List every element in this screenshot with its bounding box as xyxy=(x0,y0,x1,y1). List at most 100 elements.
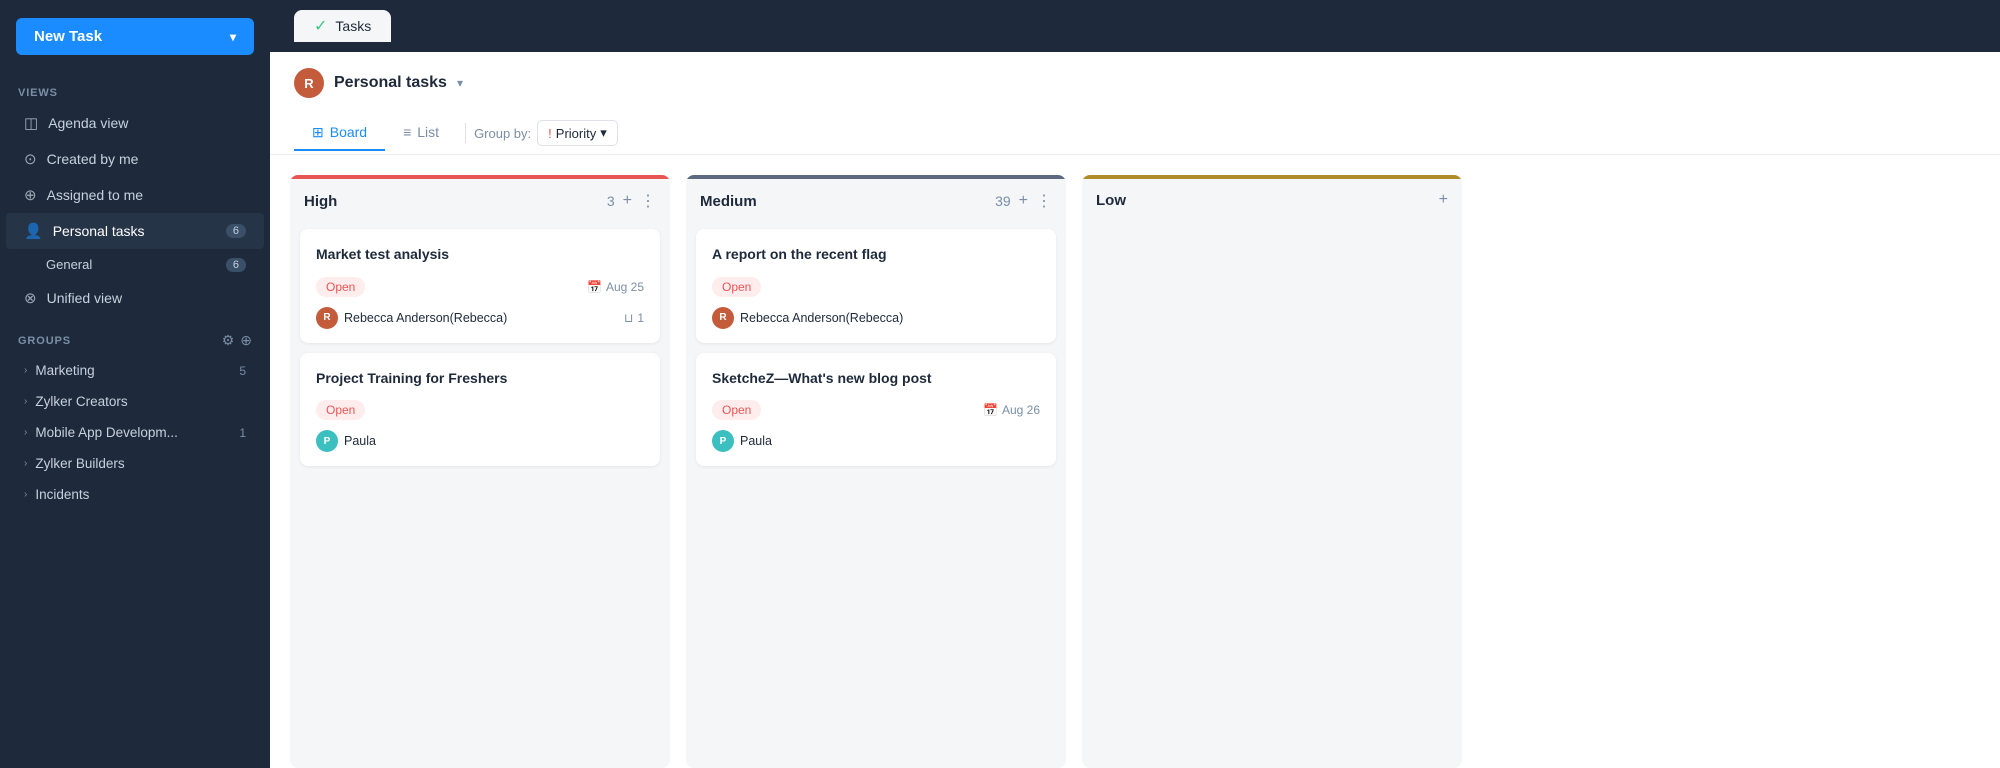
assignee-name: Rebecca Anderson(Rebecca) xyxy=(740,311,903,325)
task-footer: R Rebecca Anderson(Rebecca) xyxy=(712,307,1040,329)
chevron-right-icon: › xyxy=(24,427,27,438)
view-tabs: ⊞ Board ≡ List Group by: ! Priority ▾ xyxy=(294,112,1976,154)
group-item-zylker-builders[interactable]: › Zylker Builders xyxy=(6,448,264,479)
column-title-medium: Medium xyxy=(700,193,987,210)
group-by-chevron-icon: ▾ xyxy=(600,125,607,141)
general-badge: 6 xyxy=(226,258,246,272)
avatar: P xyxy=(316,430,338,452)
agenda-icon: ◫ xyxy=(24,114,38,132)
status-badge: Open xyxy=(712,400,761,420)
new-task-button[interactable]: New Task ▾ xyxy=(16,18,254,55)
column-add-low[interactable]: + xyxy=(1439,191,1448,209)
assignee-name: Paula xyxy=(740,434,772,448)
groups-section-label: GROUPS xyxy=(18,335,216,347)
sidebar-item-unified-view[interactable]: ⊗ Unified view xyxy=(6,280,264,316)
divider xyxy=(465,123,466,143)
tasks-tab[interactable]: ✓ Tasks xyxy=(294,10,391,42)
group-by-button[interactable]: ! Priority ▾ xyxy=(537,120,618,146)
chevron-right-icon: › xyxy=(24,396,27,407)
column-add-medium[interactable]: + xyxy=(1019,192,1028,210)
subtask-count: ⊔ 1 xyxy=(624,311,644,325)
page-title: Personal tasks xyxy=(334,74,447,92)
group-item-label: Mobile App Developm... xyxy=(35,425,178,440)
sidebar-item-created-by-me[interactable]: ⊙ Created by me xyxy=(6,141,264,177)
tasks-check-icon: ✓ xyxy=(314,16,327,36)
board-area: High 3 + ⋮ Market test analysis Open 📅 A… xyxy=(270,155,2000,768)
board-icon: ⊞ xyxy=(312,124,324,141)
groups-settings-icon[interactable]: ⚙ xyxy=(222,332,235,349)
task-card-training[interactable]: Project Training for Freshers Open P Pau… xyxy=(300,353,660,467)
topbar: ✓ Tasks xyxy=(270,0,2000,52)
calendar-icon: 📅 xyxy=(983,403,998,417)
due-date: 📅 Aug 26 xyxy=(983,403,1040,417)
groups-actions[interactable]: ⚙ ⊕ xyxy=(222,332,252,349)
column-header-medium: Medium 39 + ⋮ xyxy=(686,179,1066,221)
task-footer: P Paula xyxy=(316,430,644,452)
views-section-label: VIEWS xyxy=(0,71,270,105)
assignee: R Rebecca Anderson(Rebecca) xyxy=(316,307,507,329)
chevron-down-icon[interactable]: ▾ xyxy=(457,76,463,90)
column-header-high: High 3 + ⋮ xyxy=(290,179,670,221)
personal-tasks-badge: 6 xyxy=(226,224,246,238)
content-area: R Personal tasks ▾ ⊞ Board ≡ List Group … xyxy=(270,52,2000,768)
task-title: SketcheZ—What's new blog post xyxy=(712,369,1040,389)
task-footer: P Paula xyxy=(712,430,1040,452)
task-card-market-test[interactable]: Market test analysis Open 📅 Aug 25 R xyxy=(300,229,660,343)
group-item-marketing[interactable]: › Marketing 5 xyxy=(6,355,264,386)
task-footer: R Rebecca Anderson(Rebecca) ⊔ 1 xyxy=(316,307,644,329)
assignee: P Paula xyxy=(712,430,772,452)
group-item-zylker-creators[interactable]: › Zylker Creators xyxy=(6,386,264,417)
task-card-report[interactable]: A report on the recent flag Open R Rebec… xyxy=(696,229,1056,343)
board-tab-label: Board xyxy=(330,124,367,140)
priority-icon: ! xyxy=(548,126,552,141)
unified-icon: ⊗ xyxy=(24,289,37,307)
column-more-medium[interactable]: ⋮ xyxy=(1036,191,1052,211)
sidebar-sub-item-label: General xyxy=(46,257,92,272)
new-task-label: New Task xyxy=(34,28,102,45)
task-meta-row: Open xyxy=(316,400,644,420)
avatar: R xyxy=(294,68,324,98)
status-badge: Open xyxy=(316,277,365,297)
main-area: ✓ Tasks R Personal tasks ▾ ⊞ Board ≡ Lis… xyxy=(270,0,2000,768)
assigned-icon: ⊕ xyxy=(24,186,37,204)
task-title: Market test analysis xyxy=(316,245,644,265)
sidebar-item-agenda-view[interactable]: ◫ Agenda view xyxy=(6,105,264,141)
sidebar: New Task ▾ VIEWS ◫ Agenda view ⊙ Created… xyxy=(0,0,270,768)
group-item-label: Zylker Creators xyxy=(35,394,127,409)
groups-add-icon[interactable]: ⊕ xyxy=(240,332,252,349)
calendar-icon: 📅 xyxy=(587,280,602,294)
chevron-right-icon: › xyxy=(24,489,27,500)
sidebar-item-general[interactable]: General 6 xyxy=(6,249,264,280)
created-by-me-icon: ⊙ xyxy=(24,150,37,168)
sidebar-item-label: Assigned to me xyxy=(47,187,144,203)
subtask-number: 1 xyxy=(637,311,644,325)
avatar: R xyxy=(712,307,734,329)
column-cards-medium: A report on the recent flag Open R Rebec… xyxy=(686,221,1066,768)
tab-list[interactable]: ≡ List xyxy=(385,116,457,150)
group-by-value: Priority xyxy=(556,126,596,141)
sidebar-item-label: Unified view xyxy=(47,290,122,306)
group-item-mobile-app[interactable]: › Mobile App Developm... 1 xyxy=(6,417,264,448)
column-count-medium: 39 xyxy=(995,193,1011,209)
column-low: Low + xyxy=(1082,175,1462,768)
column-add-high[interactable]: + xyxy=(623,192,632,210)
task-card-sketchez[interactable]: SketcheZ—What's new blog post Open 📅 Aug… xyxy=(696,353,1056,467)
mobile-app-badge: 1 xyxy=(239,426,246,440)
list-tab-label: List xyxy=(417,124,439,140)
sidebar-item-personal-tasks[interactable]: 👤 Personal tasks 6 xyxy=(6,213,264,249)
group-by-label: Group by: xyxy=(474,126,531,141)
column-count-high: 3 xyxy=(607,193,615,209)
group-item-incidents[interactable]: › Incidents xyxy=(6,479,264,510)
content-header: R Personal tasks ▾ ⊞ Board ≡ List Group … xyxy=(270,52,2000,155)
new-task-chevron-icon: ▾ xyxy=(230,30,236,44)
chevron-right-icon: › xyxy=(24,458,27,469)
tab-board[interactable]: ⊞ Board xyxy=(294,116,385,151)
sidebar-item-label: Agenda view xyxy=(48,115,128,131)
column-more-high[interactable]: ⋮ xyxy=(640,191,656,211)
due-date: 📅 Aug 25 xyxy=(587,280,644,294)
task-meta-row: Open 📅 Aug 25 xyxy=(316,277,644,297)
group-by-area: Group by: ! Priority ▾ xyxy=(474,112,618,154)
column-header-low: Low + xyxy=(1082,179,1462,219)
column-title-high: High xyxy=(304,193,599,210)
sidebar-item-assigned-to-me[interactable]: ⊕ Assigned to me xyxy=(6,177,264,213)
